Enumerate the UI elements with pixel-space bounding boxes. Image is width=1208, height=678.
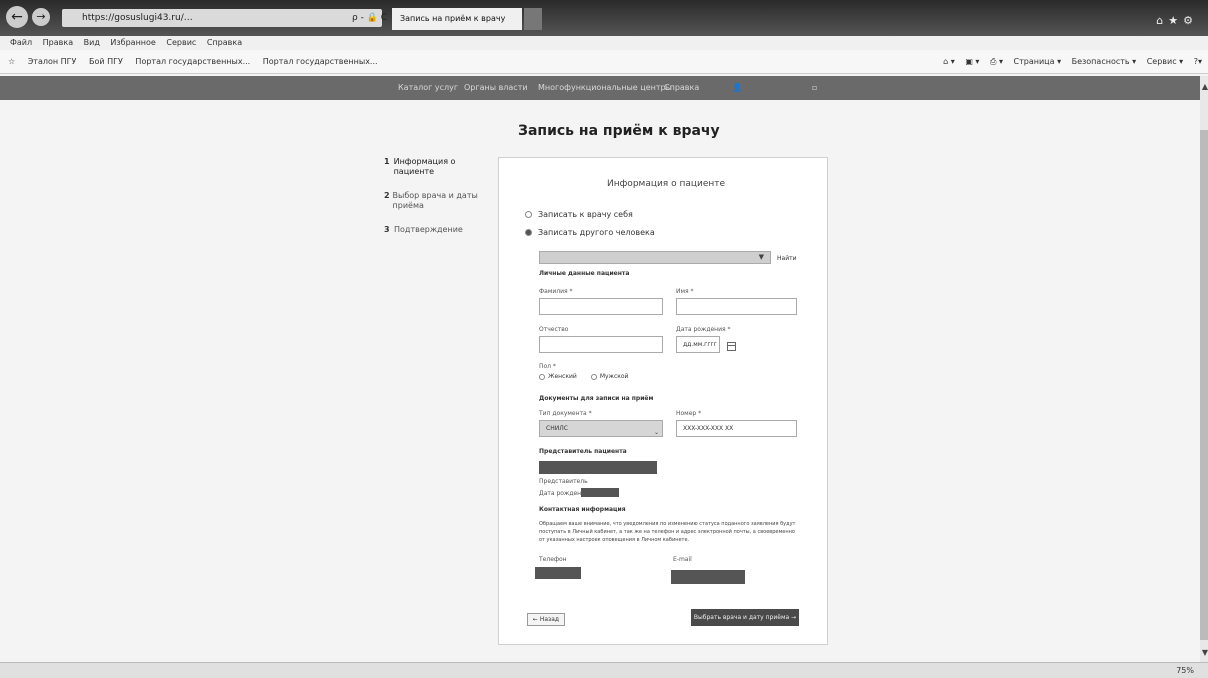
contacts-note: Обращаем ваше внимание, что уведомления … [539,521,796,543]
command-page[interactable]: Страница ▾ [1014,57,1062,66]
window-controls[interactable]: ⌂★⚙ [1156,14,1198,27]
command-safety[interactable]: Безопасность ▾ [1072,57,1137,66]
document-number-input[interactable]: XXX-XXX-XXX XX [676,420,797,437]
sex-label: Пол * [539,363,556,370]
redacted-phone [535,567,581,579]
scroll-up-icon[interactable]: ▲ [1202,82,1208,91]
patient-select[interactable]: ▼ [539,251,771,264]
back-arrow-icon[interactable]: ← [6,6,28,28]
doctype-label: Тип документа * [539,410,592,417]
patronymic-input[interactable] [539,336,663,353]
chevron-down-icon: ⌄ [654,429,660,436]
favorite-link[interactable]: Портал государственных... [263,57,378,66]
contacts-heading: Контактная информация [539,506,626,513]
radio-button-icon[interactable] [539,373,545,380]
browser-title-bar: ← → https://gosuslugi43.ru/… ρ - 🔒 C Зап… [0,0,1208,36]
home-icon[interactable]: ⌂ ▾ [943,57,955,66]
nav-catalog[interactable]: Каталог услуг [398,76,458,100]
birthdate-label: Дата рождения * [676,326,731,333]
radio-button-icon[interactable] [590,373,597,380]
email-label: E-mail [673,556,692,563]
wizard-steps: 1 Информация о пациенте 2 Выбор врача и … [384,157,494,249]
name-label: Имя * [676,288,694,295]
radio-button-icon[interactable] [525,211,532,218]
favorite-link[interactable]: Эталон ПГУ [28,57,77,66]
tab-active[interactable]: Запись на приём к врачу [392,8,522,30]
command-tools[interactable]: Сервис ▾ [1147,57,1183,66]
number-label: Номер * [676,410,702,417]
birthdate-input[interactable]: дд.мм.гггг [676,336,720,353]
favorites-bar: ☆ Эталон ПГУ Бой ПГУ Портал государствен… [0,50,1208,74]
sex-options: Женский Мужской [539,373,628,380]
nav-extra-icon[interactable]: ▫ [812,76,817,100]
favorite-star-icon[interactable]: ☆ [8,57,15,66]
nav-authorities[interactable]: Органы власти [464,76,528,100]
site-nav: Каталог услуг Органы власти Многофункцио… [0,76,1200,100]
surname-input[interactable] [539,298,663,315]
calendar-icon[interactable] [727,342,736,351]
radio-button-selected-icon[interactable] [525,229,532,236]
surname-label: Фамилия * [539,288,573,295]
representative-heading: Представитель пациента [539,448,627,455]
step-1[interactable]: 1 Информация о пациенте [384,157,494,177]
redacted-email [671,570,745,584]
print-icon[interactable]: ⎙ ▾ [990,57,1003,66]
menu-bar: Файл Правка Вид Избранное Сервис Справка [0,36,1208,50]
chevron-down-icon: ▼ [758,253,764,261]
forward-arrow-icon[interactable]: → [32,8,50,26]
doctype-select[interactable]: СНИЛС [539,420,663,437]
radio-other[interactable]: Записать другого человека [525,228,655,237]
address-bar[interactable]: https://gosuslugi43.ru/… [62,9,382,27]
menu-help[interactable]: Справка [207,38,242,47]
step-2[interactable]: 2 Выбор врача и даты приёма [384,191,494,211]
status-bar: 75% [0,662,1208,678]
name-input[interactable] [676,298,797,315]
menu-edit[interactable]: Правка [43,38,73,47]
next-button[interactable]: Выбрать врача и дату приёма → [691,609,799,626]
menu-view[interactable]: Вид [84,38,100,47]
personal-data-heading: Личные данные пациента [539,270,630,277]
menu-file[interactable]: Файл [10,38,32,47]
back-button[interactable]: ← Назад [527,613,565,626]
address-tools[interactable]: ρ - 🔒 C [352,9,387,27]
menu-tools[interactable]: Сервис [166,38,196,47]
nav-mfc[interactable]: Многофункциональные центры [538,76,672,100]
radio-self[interactable]: Записать к врачу себя [525,210,633,219]
step-3[interactable]: 3 Подтверждение [384,225,494,235]
documents-heading: Документы для записи на приём [539,395,654,402]
command-bar: ⌂ ▾ ▣ ▾ ⎙ ▾ Страница ▾ Безопасность ▾ Се… [935,50,1202,74]
help-icon[interactable]: ?▾ [1194,57,1202,66]
redacted-representative-name [539,461,657,474]
favorite-link[interactable]: Портал государственных... [135,57,250,66]
zoom-level[interactable]: 75% [1176,663,1194,678]
find-link[interactable]: Найти [777,255,796,262]
phone-label: Телефон [539,556,567,563]
card-title: Информация о пациенте [607,179,726,189]
page-title: Запись на приём к врачу [518,123,720,139]
menu-favorites[interactable]: Избранное [110,38,155,47]
redacted-birthdate [581,488,619,497]
patronymic-label: Отчество [539,326,569,333]
feeds-icon[interactable]: ▣ ▾ [965,57,979,66]
scroll-thumb[interactable] [1200,130,1208,640]
scroll-down-icon[interactable]: ▼ [1202,648,1208,657]
nav-help[interactable]: Справка [664,76,699,100]
patient-form-card: Информация о пациенте Записать к врачу с… [498,157,828,645]
user-icon[interactable]: 👤 [732,76,742,100]
favorite-link[interactable]: Бой ПГУ [89,57,123,66]
representative-role: Представитель [539,478,588,485]
new-tab-button[interactable] [524,8,542,30]
